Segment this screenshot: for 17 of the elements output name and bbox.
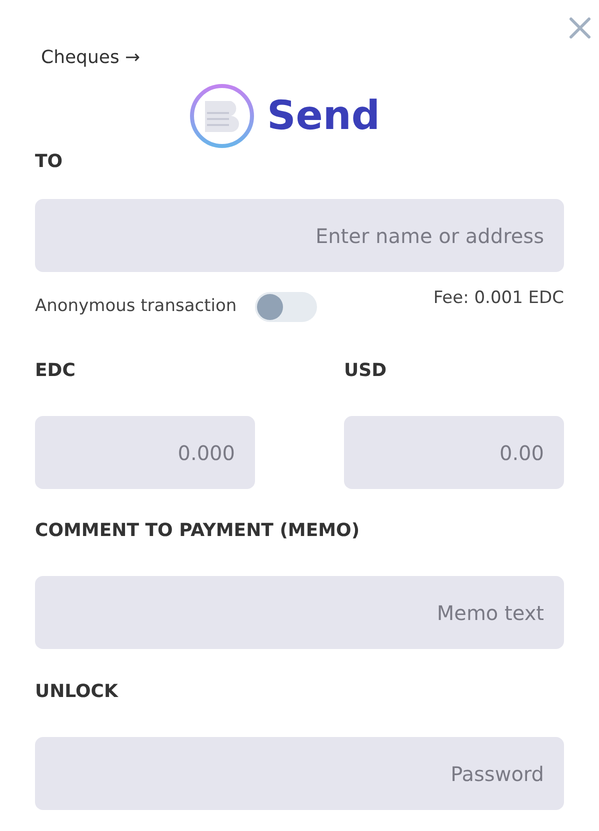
- anonymous-toggle[interactable]: [254, 292, 317, 322]
- page-title: Send: [266, 96, 380, 136]
- input-field[interactable]: 0.00: [344, 416, 564, 489]
- toggle-label: Anonymous transaction: [35, 295, 237, 318]
- field-label: UNLOCK: [35, 683, 120, 701]
- input-field[interactable]: Password: [35, 737, 564, 810]
- field-label: USD: [344, 362, 388, 380]
- close-icon[interactable]: [569, 17, 591, 39]
- input-field[interactable]: Memo text: [35, 576, 564, 649]
- field-label: COMMENT TO PAYMENT (MEMO): [35, 522, 361, 540]
- input-field[interactable]: 0.000: [35, 416, 255, 489]
- logo-icon: [188, 83, 255, 149]
- field-label: TO: [35, 153, 64, 171]
- field-label: EDC: [35, 362, 76, 380]
- cheques-link[interactable]: Cheques →: [41, 49, 140, 67]
- fee-text: Fee: 0.001 EDC: [433, 287, 564, 310]
- input-field[interactable]: Enter name or address: [35, 199, 564, 272]
